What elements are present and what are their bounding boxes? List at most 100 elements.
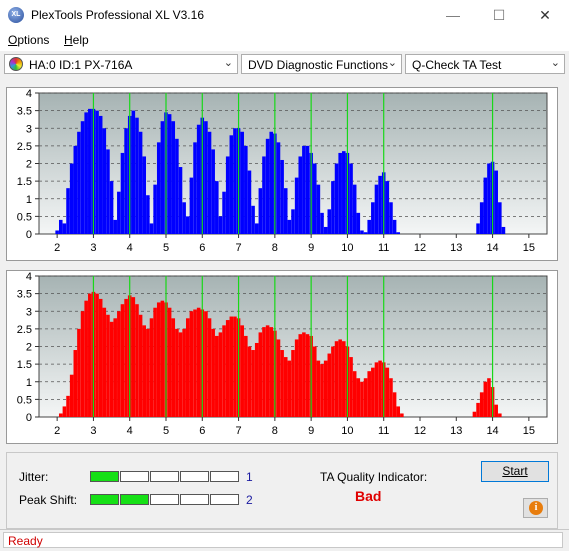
data-bar bbox=[66, 395, 70, 417]
data-bar bbox=[349, 357, 353, 417]
data-bar bbox=[262, 327, 266, 417]
data-bar bbox=[189, 177, 194, 234]
data-bar bbox=[58, 219, 63, 234]
maximize-button[interactable]: ☐ bbox=[476, 0, 522, 31]
data-bar bbox=[494, 404, 498, 417]
x-tick-label: 14 bbox=[486, 425, 498, 437]
jitter-segment bbox=[150, 471, 179, 482]
data-bar bbox=[204, 121, 208, 234]
data-bar bbox=[363, 232, 368, 234]
data-bar bbox=[193, 142, 197, 234]
x-tick-label: 4 bbox=[127, 425, 133, 437]
jitter-value: 1 bbox=[246, 470, 253, 484]
menu-options[interactable]: Options bbox=[8, 33, 49, 47]
data-bar bbox=[106, 149, 110, 234]
jitter-label: Jitter: bbox=[19, 470, 49, 484]
peak-shift-segment bbox=[120, 494, 149, 505]
data-bar bbox=[363, 378, 368, 417]
data-bar bbox=[62, 406, 67, 417]
app-logo-icon: XL bbox=[8, 7, 24, 23]
data-bar bbox=[312, 163, 317, 234]
data-bar bbox=[385, 181, 390, 234]
minimize-button[interactable]: — bbox=[430, 0, 476, 31]
start-button[interactable]: Start bbox=[481, 461, 549, 482]
y-tick-label: 4 bbox=[26, 88, 32, 100]
chevron-down-icon: ⌄ bbox=[550, 57, 560, 69]
data-bar bbox=[389, 378, 393, 417]
info-button[interactable]: i bbox=[523, 498, 548, 518]
jitter-segment bbox=[120, 471, 149, 482]
data-bar bbox=[204, 311, 208, 417]
chevron-down-icon: ⌄ bbox=[387, 57, 397, 69]
data-bar bbox=[334, 163, 339, 234]
x-tick-label: 3 bbox=[90, 425, 96, 437]
data-bar bbox=[225, 320, 230, 417]
x-tick-label: 5 bbox=[163, 242, 169, 254]
top-chart-panel: 0 0.5 1 1.5 2 2.5 3 3.5 4 2 3 4 5 6 7 8 9 10 11 12 13 14 15 bbox=[6, 87, 558, 261]
y-tick-label: 0.5 bbox=[17, 211, 32, 223]
x-tick-label: 7 bbox=[236, 425, 242, 437]
data-bar bbox=[476, 223, 480, 234]
data-bar bbox=[80, 311, 85, 417]
x-tick-label: 8 bbox=[272, 425, 278, 437]
data-bar bbox=[320, 212, 324, 234]
data-bar bbox=[215, 335, 219, 417]
data-bar bbox=[258, 188, 263, 234]
data-bar bbox=[501, 226, 506, 234]
data-bar bbox=[276, 339, 281, 417]
data-bar bbox=[102, 128, 107, 234]
top-chart: 0 0.5 1 1.5 2 2.5 3 3.5 4 2 3 4 5 6 7 8 9 10 11 12 13 14 15 bbox=[17, 88, 548, 254]
data-bar bbox=[182, 328, 186, 417]
peak-shift-value: 2 bbox=[246, 493, 253, 507]
data-bar bbox=[498, 202, 502, 234]
data-bar bbox=[240, 325, 244, 417]
y-tick-label: 3 bbox=[26, 306, 32, 318]
jitter-segment bbox=[90, 471, 119, 482]
function-select-value: DVD Diagnostic Functions bbox=[248, 58, 389, 72]
data-bar bbox=[95, 110, 99, 234]
data-bar bbox=[287, 219, 292, 234]
data-bar bbox=[149, 318, 154, 417]
data-bar bbox=[302, 332, 306, 417]
y-tick-label: 0.5 bbox=[17, 394, 32, 406]
test-select[interactable]: Q-Check TA Test ⌄ bbox=[405, 54, 565, 74]
data-bar bbox=[84, 300, 88, 417]
data-bar bbox=[80, 121, 85, 234]
data-bar bbox=[244, 335, 248, 417]
data-bar bbox=[338, 152, 342, 234]
data-bar bbox=[280, 350, 284, 417]
y-tick-label: 4 bbox=[26, 271, 32, 283]
data-bar bbox=[316, 184, 321, 234]
data-bar bbox=[302, 145, 306, 234]
data-bar bbox=[149, 223, 154, 234]
data-bar bbox=[185, 318, 190, 417]
data-bar bbox=[222, 191, 226, 234]
data-bar bbox=[171, 121, 176, 234]
data-bar bbox=[356, 378, 361, 417]
x-tick-label: 15 bbox=[523, 242, 535, 254]
data-bar bbox=[378, 360, 382, 417]
data-bar bbox=[215, 181, 219, 234]
data-bar bbox=[178, 167, 183, 234]
data-bar bbox=[167, 307, 172, 417]
y-tick-label: 1 bbox=[26, 194, 32, 206]
peak-shift-label: Peak Shift: bbox=[19, 493, 78, 507]
data-bar bbox=[378, 175, 382, 234]
data-bar bbox=[483, 177, 488, 234]
x-tick-label: 2 bbox=[54, 425, 60, 437]
close-icon: ✕ bbox=[539, 7, 551, 23]
drive-select[interactable]: HA:0 ID:1 PX-716A ⌄ bbox=[4, 54, 238, 74]
data-bar bbox=[240, 131, 244, 234]
data-bar bbox=[291, 350, 295, 417]
y-tick-label: 2 bbox=[26, 342, 32, 354]
data-bar bbox=[476, 402, 480, 417]
x-tick-label: 11 bbox=[378, 242, 389, 254]
menu-help[interactable]: Help bbox=[64, 33, 89, 47]
results-panel bbox=[6, 452, 558, 529]
data-bar bbox=[146, 328, 150, 417]
data-bar bbox=[352, 184, 357, 234]
info-icon: i bbox=[529, 501, 543, 515]
function-select[interactable]: DVD Diagnostic Functions ⌄ bbox=[241, 54, 402, 74]
close-button[interactable]: ✕ bbox=[522, 0, 568, 31]
data-bar bbox=[153, 184, 157, 234]
